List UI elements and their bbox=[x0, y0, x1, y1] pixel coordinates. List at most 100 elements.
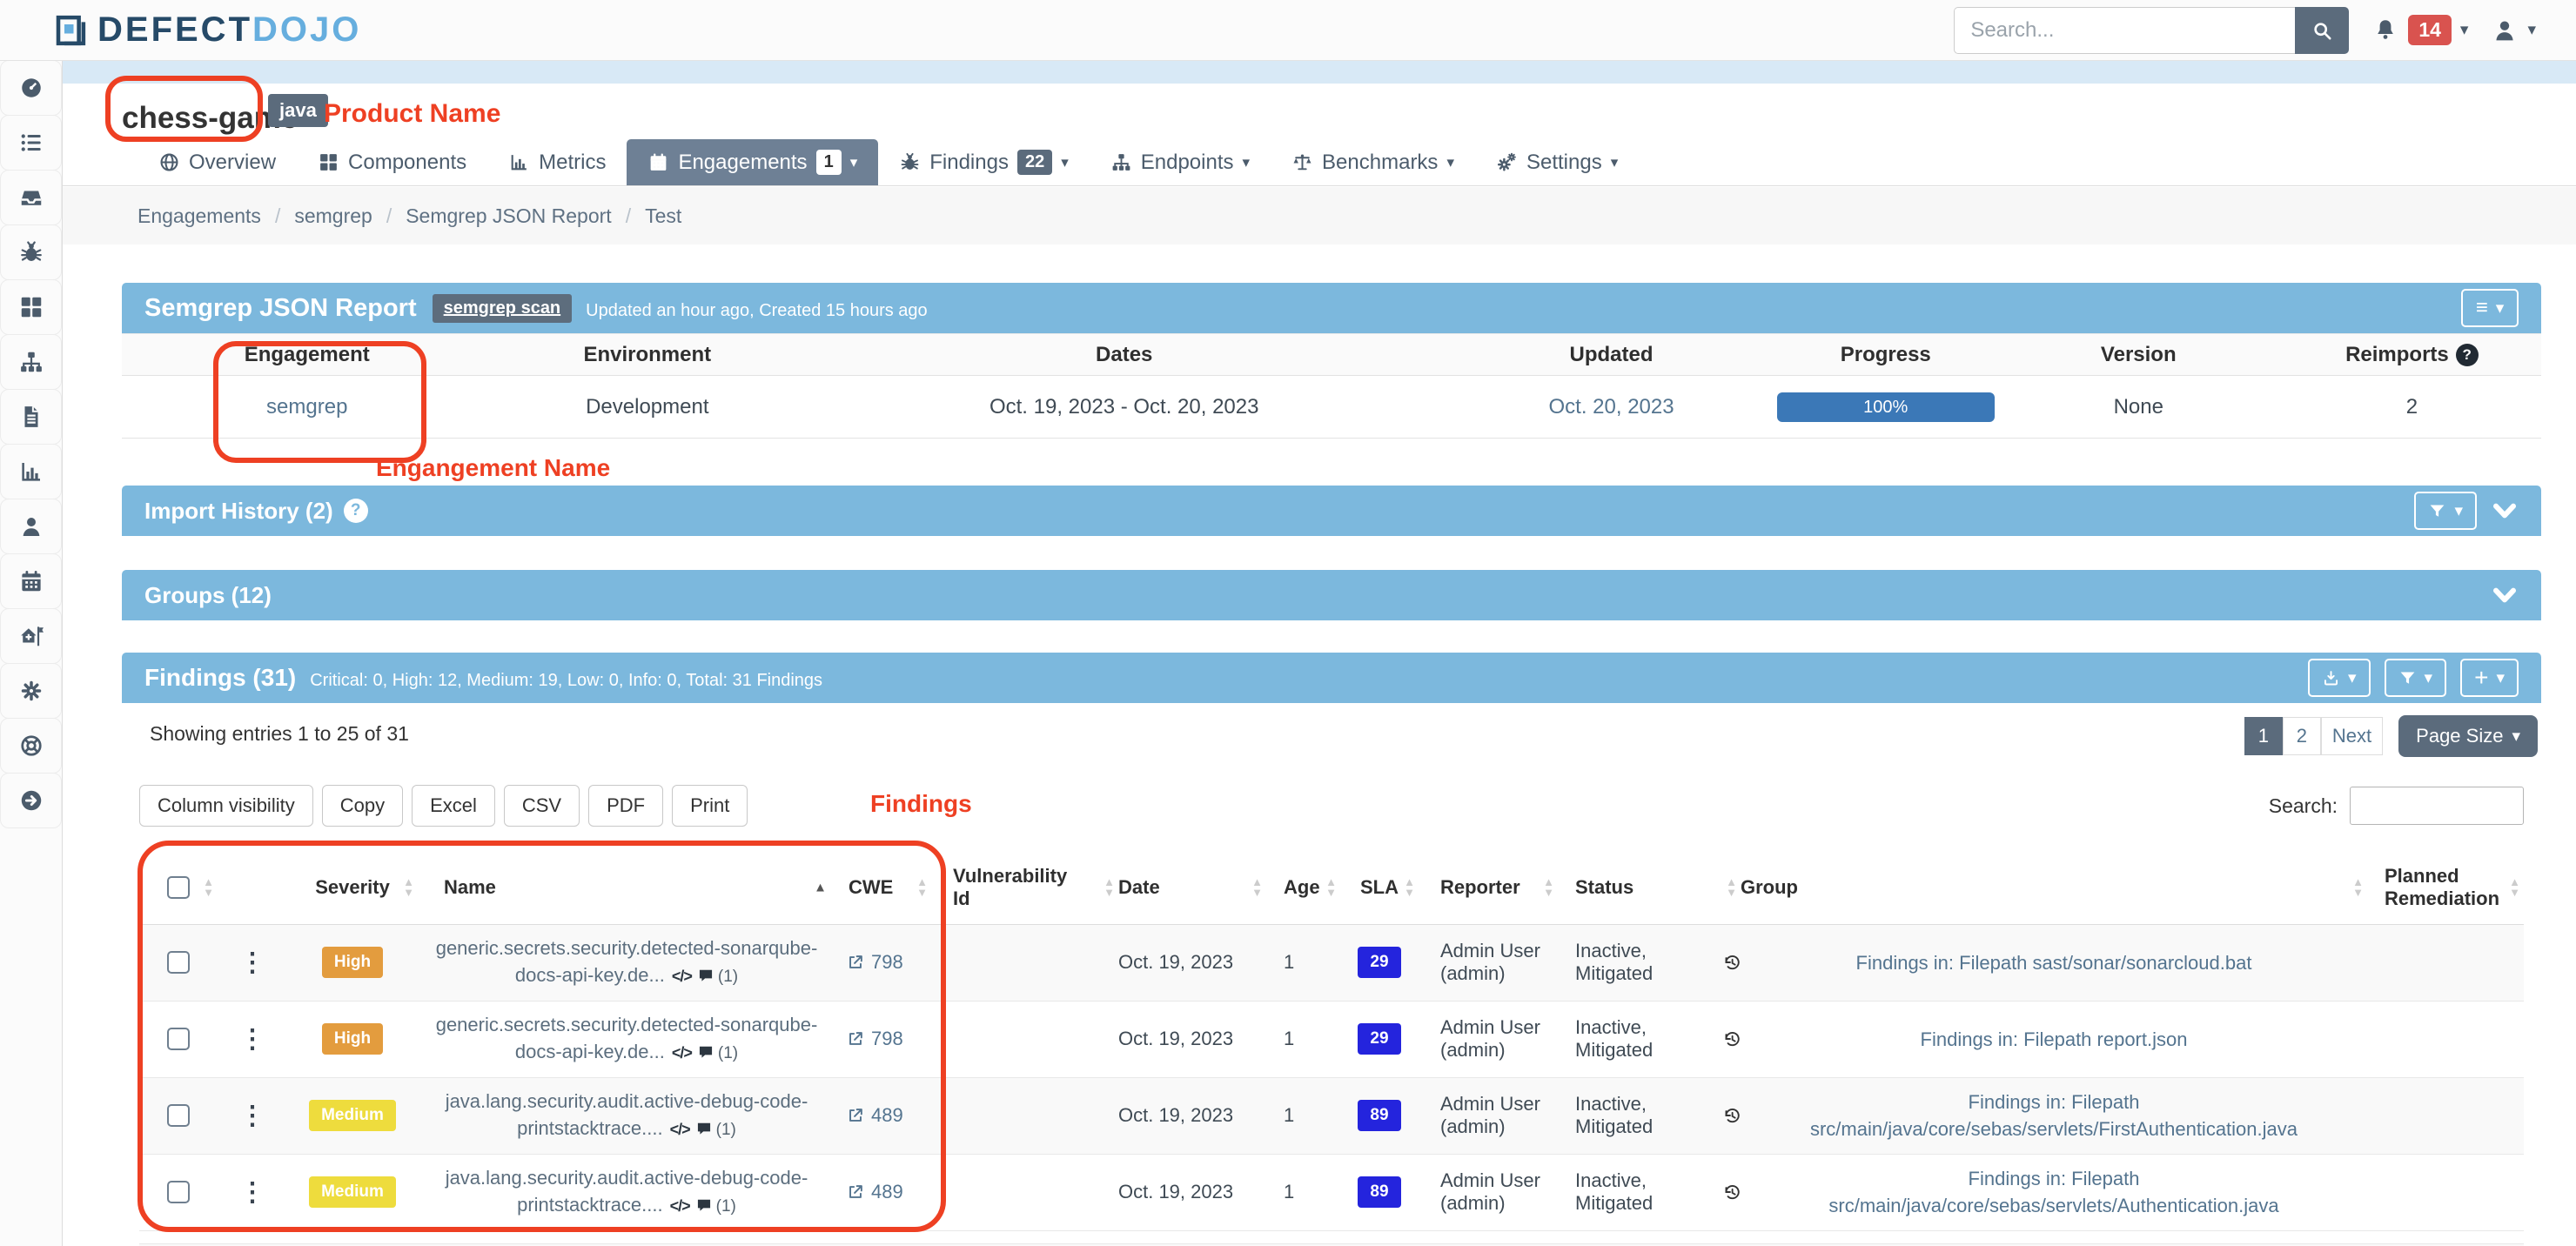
next-page-button[interactable]: Next bbox=[2321, 717, 2383, 755]
sort-icon[interactable]: ▲▼ bbox=[1251, 877, 1263, 898]
sidebar-item-components[interactable] bbox=[0, 279, 62, 335]
sort-icon[interactable]: ▲▼ bbox=[2509, 877, 2520, 898]
cwe-link[interactable]: 489 bbox=[835, 1181, 931, 1203]
findings-download-button[interactable]: ▾ bbox=[2308, 659, 2371, 697]
sidebar-item-dashboard[interactable] bbox=[0, 60, 62, 116]
kebab-menu-icon[interactable]: ⋮ bbox=[239, 1102, 265, 1130]
group-link[interactable]: Findings in: Filepath sast/sonar/sonarcl… bbox=[1856, 952, 2252, 974]
breadcrumb-report[interactable]: Semgrep JSON Report bbox=[406, 204, 611, 228]
help-icon[interactable]: ? bbox=[2456, 344, 2479, 366]
tab-findings[interactable]: Findings22▾ bbox=[878, 139, 1090, 185]
tab-endpoints[interactable]: Endpoints▾ bbox=[1090, 139, 1271, 185]
csv-button[interactable]: CSV bbox=[504, 785, 580, 827]
col-date[interactable]: Date▲▼ bbox=[1118, 851, 1266, 924]
defectdojo-logo[interactable]: DEFECTDOJO bbox=[52, 10, 361, 50]
sidebar-item-calendar[interactable] bbox=[0, 553, 62, 609]
sidebar-item-users[interactable] bbox=[0, 499, 62, 554]
sidebar-item-findings[interactable] bbox=[0, 224, 62, 280]
global-search-button[interactable] bbox=[2295, 7, 2349, 54]
page-2-button[interactable]: 2 bbox=[2283, 717, 2321, 755]
notifications-menu[interactable]: 14 ▾ bbox=[2371, 15, 2468, 45]
chevron-down-icon[interactable] bbox=[2491, 497, 2519, 525]
finding-name-link[interactable]: java.lang.security.audit.active-debug-co… bbox=[446, 1090, 808, 1112]
page-1-button[interactable]: 1 bbox=[2244, 717, 2283, 755]
tab-settings[interactable]: Settings▾ bbox=[1475, 139, 1639, 185]
column-visibility-button[interactable]: Column visibility bbox=[139, 785, 313, 827]
groups-header[interactable]: Groups (12) bbox=[122, 570, 2541, 620]
kebab-menu-icon[interactable]: ⋮ bbox=[239, 1178, 265, 1207]
findings-filter-button[interactable]: ▾ bbox=[2385, 659, 2447, 697]
sort-asc-icon[interactable]: ▲ bbox=[814, 880, 827, 894]
copy-button[interactable]: Copy bbox=[322, 785, 403, 827]
col-group[interactable]: Group▲▼ bbox=[1741, 851, 2367, 924]
col-cwe[interactable]: CWE▲▼ bbox=[835, 851, 931, 924]
group-link[interactable]: Findings in: Filepath report.json bbox=[1921, 1028, 2188, 1050]
select-all-checkbox[interactable] bbox=[167, 876, 190, 899]
engagement-link[interactable]: semgrep bbox=[266, 395, 347, 419]
help-icon[interactable]: ? bbox=[344, 499, 368, 523]
col-sla[interactable]: SLA▲▼ bbox=[1340, 851, 1419, 924]
history-icon[interactable] bbox=[1722, 1182, 1741, 1202]
excel-button[interactable]: Excel bbox=[412, 785, 495, 827]
sort-icon[interactable]: ▲▼ bbox=[1325, 877, 1337, 898]
sort-icon[interactable]: ▲▼ bbox=[1726, 877, 1737, 898]
sort-icon[interactable]: ▲▼ bbox=[1543, 877, 1554, 898]
history-icon[interactable] bbox=[1722, 1028, 1741, 1049]
row-checkbox[interactable] bbox=[167, 1104, 190, 1127]
finding-name-link[interactable]: generic.secrets.security.detected-sonarq… bbox=[436, 1014, 818, 1035]
sidebar-item-logout[interactable] bbox=[0, 773, 62, 828]
table-search-input[interactable] bbox=[2350, 787, 2524, 825]
sidebar-item-inbox[interactable] bbox=[0, 170, 62, 225]
group-link[interactable]: Findings in: Filepath bbox=[1969, 1091, 2140, 1113]
col-name[interactable]: Name▲ bbox=[418, 851, 835, 924]
scan-type-badge[interactable]: semgrep scan bbox=[433, 294, 573, 323]
chevron-down-icon[interactable] bbox=[2491, 581, 2519, 609]
col-severity[interactable]: Severity▲▼ bbox=[287, 851, 418, 924]
col-reporter[interactable]: Reporter▲▼ bbox=[1419, 851, 1558, 924]
sort-icon[interactable]: ▲▼ bbox=[203, 877, 214, 898]
tab-overview[interactable]: Overview bbox=[138, 139, 297, 185]
tab-components[interactable]: Components bbox=[297, 139, 487, 185]
breadcrumb-semgrep[interactable]: semgrep bbox=[294, 204, 372, 228]
updated-link[interactable]: Oct. 20, 2023 bbox=[1548, 395, 1674, 419]
global-search-input[interactable] bbox=[1954, 7, 2295, 54]
kebab-menu-icon[interactable]: ⋮ bbox=[239, 1025, 265, 1054]
row-checkbox[interactable] bbox=[167, 951, 190, 974]
tab-benchmarks[interactable]: Benchmarks▾ bbox=[1271, 139, 1475, 185]
import-history-header[interactable]: Import History (2) ? ▾ bbox=[122, 486, 2541, 536]
page-size-button[interactable]: Page Size▾ bbox=[2398, 715, 2538, 757]
sidebar-item-support[interactable] bbox=[0, 718, 62, 774]
sort-icon[interactable]: ▲▼ bbox=[916, 877, 928, 898]
sidebar-item-benchmarks[interactable] bbox=[0, 608, 62, 664]
findings-add-button[interactable]: +▾ bbox=[2460, 659, 2519, 697]
import-history-filter-button[interactable]: ▾ bbox=[2414, 492, 2477, 530]
history-icon[interactable] bbox=[1722, 952, 1741, 973]
cwe-link[interactable]: 489 bbox=[835, 1104, 931, 1127]
finding-name-link[interactable]: generic.secrets.security.detected-sonarq… bbox=[436, 937, 818, 959]
kebab-menu-icon[interactable]: ⋮ bbox=[239, 948, 265, 977]
sidebar-item-reports[interactable] bbox=[0, 389, 62, 445]
tab-engagements[interactable]: Engagements1▾ bbox=[627, 139, 878, 185]
col-planned-remediation[interactable]: PlannedRemediation▲▼ bbox=[2367, 851, 2524, 924]
sort-icon[interactable]: ▲▼ bbox=[2352, 877, 2364, 898]
history-icon[interactable] bbox=[1722, 1105, 1741, 1126]
col-age[interactable]: Age▲▼ bbox=[1266, 851, 1340, 924]
pdf-button[interactable]: PDF bbox=[588, 785, 663, 827]
tab-metrics[interactable]: Metrics bbox=[487, 139, 627, 185]
cwe-link[interactable]: 798 bbox=[835, 951, 931, 974]
sidebar-item-metrics[interactable] bbox=[0, 444, 62, 499]
sidebar-item-endpoints[interactable] bbox=[0, 334, 62, 390]
group-link[interactable]: Findings in: Filepath bbox=[1969, 1168, 2140, 1189]
sort-icon[interactable]: ▲▼ bbox=[1104, 877, 1115, 898]
sort-icon[interactable]: ▲▼ bbox=[1404, 877, 1415, 898]
cwe-link[interactable]: 798 bbox=[835, 1028, 931, 1050]
sidebar-item-list[interactable] bbox=[0, 115, 62, 171]
sidebar-item-settings[interactable] bbox=[0, 663, 62, 719]
row-checkbox[interactable] bbox=[167, 1028, 190, 1050]
sort-icon[interactable]: ▲▼ bbox=[403, 877, 414, 898]
col-status[interactable]: Status▲▼ bbox=[1558, 851, 1741, 924]
row-checkbox[interactable] bbox=[167, 1181, 190, 1203]
col-vulnerability-id[interactable]: VulnerabilityId▲▼ bbox=[931, 851, 1118, 924]
user-menu[interactable]: ▾ bbox=[2491, 17, 2536, 44]
print-button[interactable]: Print bbox=[672, 785, 748, 827]
